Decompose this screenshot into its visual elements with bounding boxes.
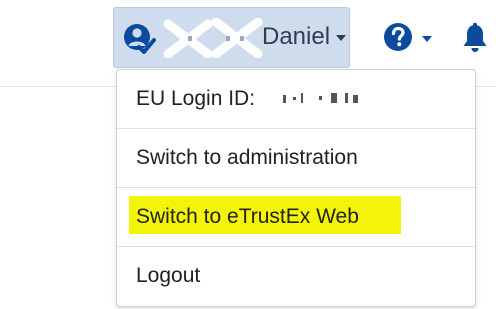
user-name: Daniel <box>262 23 331 50</box>
switch-administration-label: Switch to administration <box>136 146 358 169</box>
question-circle-icon <box>384 23 412 51</box>
menu-item-switch-etrustex-web[interactable]: Switch to eTrustEx Web <box>117 188 475 247</box>
menu-item-switch-administration[interactable]: Switch to administration <box>117 129 475 188</box>
switch-etrustex-web-label: Switch to eTrustEx Web <box>136 205 359 228</box>
help-chevron-down-icon <box>422 36 432 42</box>
page: Daniel EU Login ID: Switch to administra… <box>0 0 496 309</box>
redacted-name-mask <box>158 18 266 58</box>
bell-icon <box>463 22 487 52</box>
user-check-icon <box>124 24 156 54</box>
menu-item-logout[interactable]: Logout <box>117 247 475 306</box>
notifications-button[interactable] <box>458 18 492 58</box>
help-menu-button[interactable] <box>379 18 439 58</box>
redacted-login-id <box>283 93 358 103</box>
user-menu-button[interactable]: Daniel <box>113 7 350 68</box>
user-dropdown-menu: EU Login ID: Switch to administration Sw… <box>116 69 476 307</box>
chevron-down-icon <box>336 35 346 41</box>
menu-item-eu-login-id: EU Login ID: <box>117 70 475 129</box>
eu-login-id-label: EU Login ID: <box>136 87 256 110</box>
logout-label: Logout <box>136 264 201 287</box>
